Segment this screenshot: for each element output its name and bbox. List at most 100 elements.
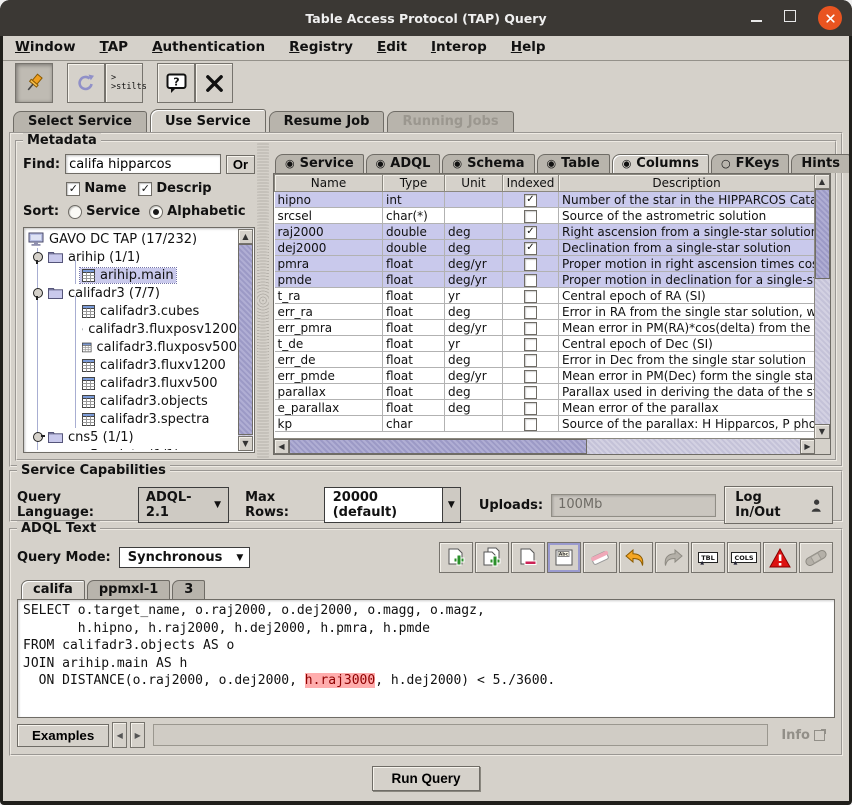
table-row[interactable]: t_rafloatyr Central epoch of RA (SI) bbox=[275, 288, 815, 304]
indexed-checkbox[interactable] bbox=[524, 402, 537, 415]
indexed-checkbox[interactable] bbox=[524, 274, 537, 287]
table-row[interactable]: err_pmrafloatdeg/yr Mean error in PM(RA)… bbox=[275, 320, 815, 336]
tree-item-table-fluxposv1200[interactable]: califadr3.fluxposv1200 bbox=[26, 320, 237, 338]
expander-icon[interactable] bbox=[33, 288, 43, 298]
or-button[interactable]: Or bbox=[226, 155, 255, 174]
parse-error-button[interactable] bbox=[763, 542, 797, 573]
menu-window[interactable]: Window bbox=[15, 39, 76, 58]
insert-columns-button[interactable]: COLS▲ bbox=[727, 542, 761, 573]
table-row[interactable]: t_defloatyr Central epoch of Dec (SI) bbox=[275, 336, 815, 352]
tree-item-schema-cns5[interactable]: cns5 (1/1) bbox=[26, 428, 237, 446]
find-input[interactable] bbox=[65, 154, 221, 174]
tab-schema[interactable]: ◉Schema bbox=[442, 154, 534, 173]
undo-button[interactable] bbox=[619, 542, 653, 573]
tab-select-service[interactable]: Select Service bbox=[13, 111, 147, 132]
indexed-checkbox[interactable] bbox=[524, 370, 537, 383]
prev-example-button[interactable]: ◀ bbox=[112, 722, 127, 748]
menu-help[interactable]: Help bbox=[511, 39, 546, 58]
next-example-button[interactable]: ▶ bbox=[130, 722, 145, 748]
indexed-checkbox[interactable]: ✓ bbox=[524, 242, 537, 255]
tab-columns[interactable]: ◉Columns bbox=[612, 154, 709, 173]
indexed-checkbox[interactable] bbox=[524, 354, 537, 367]
edit-tab-califa[interactable]: califa bbox=[21, 580, 85, 599]
pin-window-button[interactable] bbox=[15, 63, 53, 103]
indexed-checkbox[interactable] bbox=[524, 338, 537, 351]
indexed-checkbox[interactable] bbox=[524, 258, 537, 271]
rename-tab-button[interactable]: Abc bbox=[547, 542, 581, 573]
query-mode-select[interactable]: Synchronous ▼ bbox=[119, 547, 251, 568]
scroll-up-button[interactable]: ▲ bbox=[815, 174, 830, 189]
menu-authentication[interactable]: Authentication bbox=[152, 39, 265, 58]
scroll-right-button[interactable]: ▶ bbox=[800, 439, 815, 454]
tab-fkeys[interactable]: ○FKeys bbox=[711, 154, 789, 173]
max-rows-select[interactable]: 20000 (default) ▼ bbox=[324, 487, 461, 523]
examples-button[interactable]: Examples bbox=[17, 724, 109, 747]
indexed-checkbox[interactable] bbox=[524, 418, 537, 431]
query-language-select[interactable]: ADQL-2.1 ▼ bbox=[138, 487, 229, 523]
adql-editor[interactable]: SELECT o.target_name, o.raj2000, o.dej20… bbox=[17, 599, 835, 718]
edit-tab-ppmxl-1[interactable]: ppmxl-1 bbox=[87, 580, 170, 599]
tab-resume-job[interactable]: Resume Job bbox=[269, 111, 385, 132]
tab-hints[interactable]: Hints bbox=[791, 154, 849, 173]
minimize-button[interactable] bbox=[751, 11, 762, 26]
maximize-button[interactable] bbox=[784, 10, 796, 26]
insert-table-button[interactable]: TBL▲ bbox=[691, 542, 725, 573]
menu-edit[interactable]: Edit bbox=[377, 39, 407, 58]
scroll-down-button[interactable]: ▼ bbox=[815, 424, 830, 439]
scroll-down-button[interactable]: ▼ bbox=[238, 436, 253, 451]
tree-item-schema-califadr3[interactable]: califadr3 (7/7) bbox=[26, 284, 237, 302]
name-checkbox[interactable]: ✓ bbox=[66, 182, 80, 196]
table-row[interactable]: e_parallaxfloatdeg Mean error of the par… bbox=[275, 400, 815, 416]
table-hscroll-thumb[interactable] bbox=[289, 439, 587, 454]
tab-service[interactable]: ◉Service bbox=[275, 154, 364, 173]
sort-service-radio[interactable] bbox=[68, 205, 82, 219]
table-row[interactable]: raj2000doubledeg ✓ Right ascension from … bbox=[275, 224, 815, 240]
split-pane-divider[interactable] bbox=[257, 142, 269, 459]
table-row[interactable]: pmrafloatdeg/yr Proper motion in right a… bbox=[275, 256, 815, 272]
clear-text-button[interactable] bbox=[583, 542, 617, 573]
remove-tab-button[interactable] bbox=[511, 542, 545, 573]
edit-tab-3[interactable]: 3 bbox=[172, 580, 205, 599]
help-button[interactable]: ? bbox=[157, 63, 195, 103]
close-tool-button[interactable] bbox=[195, 63, 233, 103]
tree-item-table-objects[interactable]: califadr3.objects bbox=[26, 392, 237, 410]
table-row[interactable]: dej2000doubledeg ✓ Declination from a si… bbox=[275, 240, 815, 256]
tree-item-schema-arihip[interactable]: arihip (1/1) bbox=[26, 248, 237, 266]
sort-alphabetic-radio[interactable] bbox=[149, 205, 163, 219]
tree-item-service[interactable]: GAVO DC TAP (17/232) bbox=[26, 230, 237, 248]
tree-item-table-cubes[interactable]: califadr3.cubes bbox=[26, 302, 237, 320]
indexed-checkbox[interactable]: ✓ bbox=[524, 194, 537, 207]
expander-icon[interactable] bbox=[33, 252, 43, 262]
menu-interop[interactable]: Interop bbox=[431, 39, 487, 58]
name-checkbox-item[interactable]: ✓ Name bbox=[66, 181, 126, 196]
table-row[interactable]: parallaxfloatdeg Parallax used in derivi… bbox=[275, 384, 815, 400]
indexed-checkbox[interactable] bbox=[524, 386, 537, 399]
indexed-checkbox[interactable] bbox=[524, 306, 537, 319]
run-query-button[interactable]: Run Query bbox=[372, 766, 479, 791]
expander-icon[interactable] bbox=[33, 432, 43, 442]
table-row[interactable]: err_rafloatdeg Error in RA from the sing… bbox=[275, 304, 815, 320]
reload-button[interactable] bbox=[67, 63, 105, 103]
stilts-button[interactable]: > >stilts bbox=[105, 63, 143, 103]
scroll-up-button[interactable]: ▲ bbox=[238, 229, 253, 244]
sort-service-radio-item[interactable]: Service bbox=[68, 204, 140, 219]
descrip-checkbox[interactable]: ✓ bbox=[138, 182, 152, 196]
descrip-checkbox-item[interactable]: ✓ Descrip bbox=[138, 181, 211, 196]
menu-registry[interactable]: Registry bbox=[289, 39, 353, 58]
close-window-button[interactable] bbox=[818, 6, 842, 30]
table-row[interactable]: srcselchar(*) Source of the astrometric … bbox=[275, 208, 815, 224]
login-logout-button[interactable]: Log In/Out bbox=[724, 486, 833, 524]
tree-item-table-fluxposv500[interactable]: califadr3.fluxposv500 bbox=[26, 338, 237, 356]
sort-alphabetic-radio-item[interactable]: Alphabetic bbox=[149, 204, 245, 219]
add-tab-button[interactable] bbox=[439, 542, 473, 573]
tab-adql[interactable]: ◉ADQL bbox=[366, 154, 441, 173]
indexed-checkbox[interactable] bbox=[524, 290, 537, 303]
indexed-checkbox[interactable] bbox=[524, 322, 537, 335]
tree-item-table-fluxv500[interactable]: califadr3.fluxv500 bbox=[26, 374, 237, 392]
tab-use-service[interactable]: Use Service bbox=[150, 109, 266, 132]
table-row[interactable]: err_defloatdeg Error in Dec from the sin… bbox=[275, 352, 815, 368]
table-row[interactable]: err_pmdefloatdeg/yr Mean error in PM(Dec… bbox=[275, 368, 815, 384]
tree-scrollbar-thumb[interactable] bbox=[238, 244, 253, 435]
table-row[interactable]: kpchar Source of the parallax: H Hipparc… bbox=[275, 416, 815, 432]
scroll-left-button[interactable]: ◀ bbox=[274, 439, 289, 454]
